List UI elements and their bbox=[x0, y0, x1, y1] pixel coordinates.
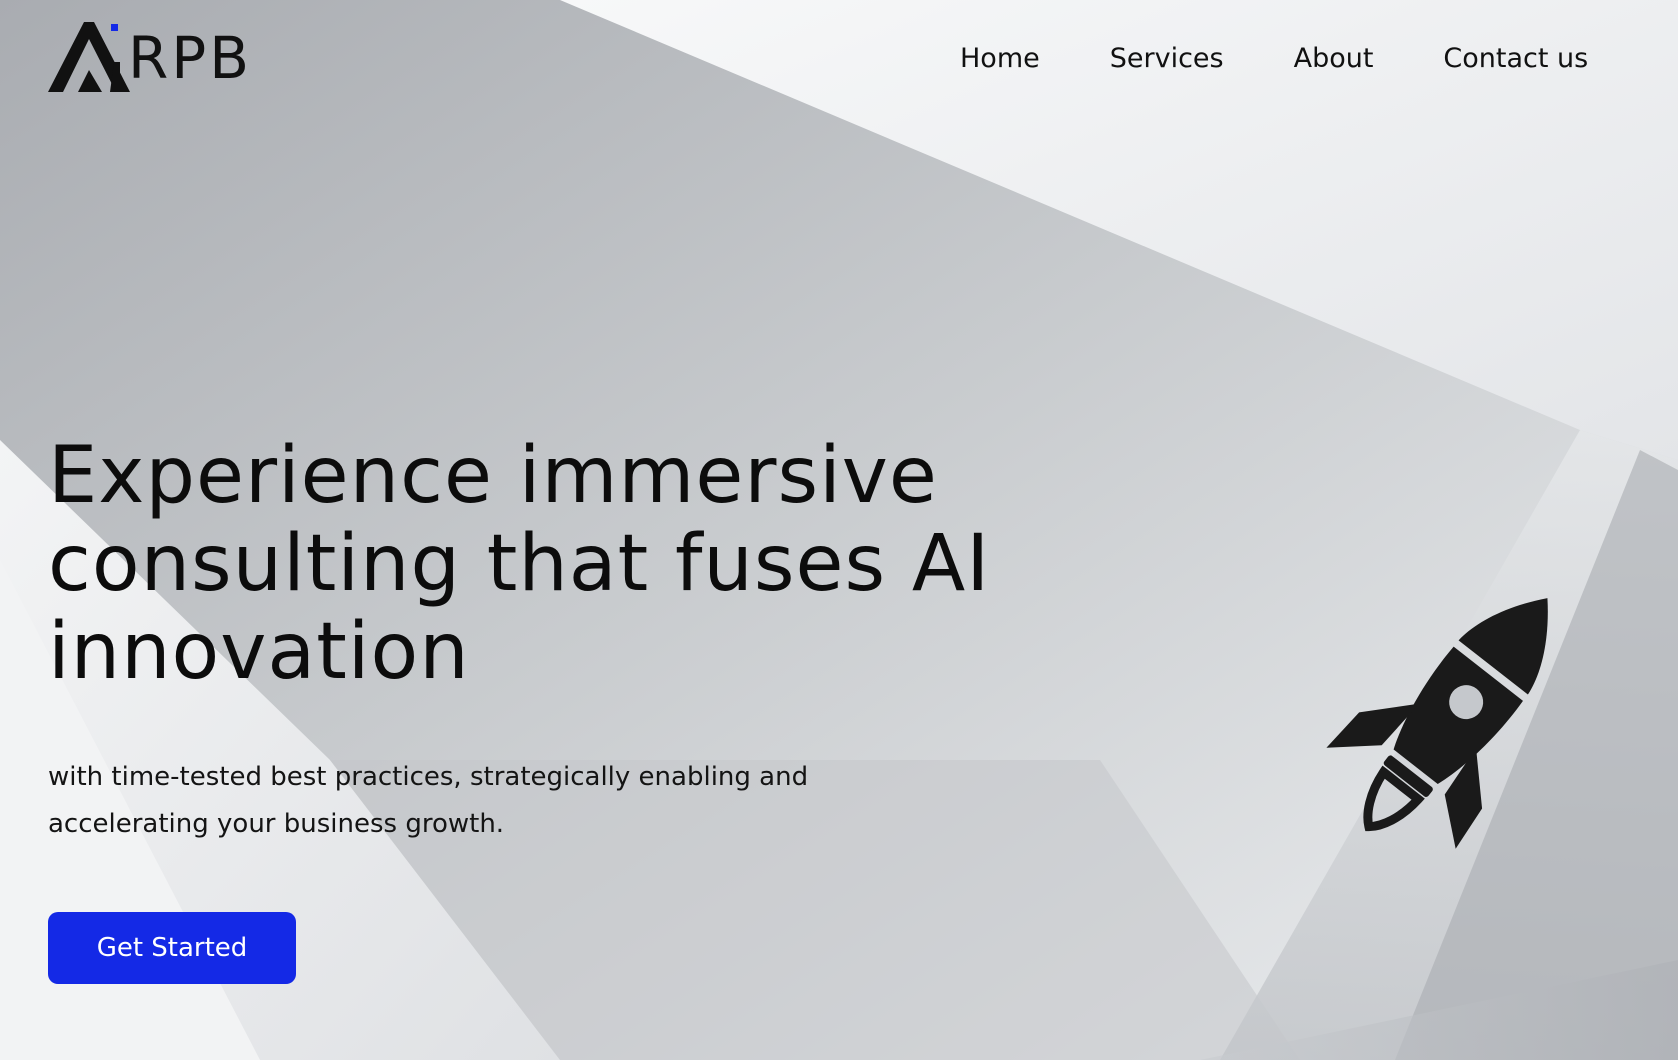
nav-services-link[interactable]: Services bbox=[1110, 43, 1224, 74]
rocket-icon bbox=[1326, 598, 1548, 849]
hero-section: Experience immersive consulting that fus… bbox=[48, 432, 1108, 984]
main-nav: Home Services About Contact us bbox=[960, 38, 1588, 78]
get-started-button[interactable]: Get Started bbox=[48, 912, 296, 984]
nav-about-link[interactable]: About bbox=[1294, 43, 1374, 74]
hero-title: Experience immersive consulting that fus… bbox=[48, 431, 991, 697]
logo-text: RPB bbox=[128, 24, 253, 92]
nav-contact-link[interactable]: Contact us bbox=[1443, 43, 1588, 74]
hero-subtitle: with time-tested best practices, strateg… bbox=[48, 762, 809, 839]
logo-link[interactable]: RPB bbox=[48, 22, 284, 98]
site-header: RPB Home Services About Contact us bbox=[0, 0, 1678, 130]
nav-home-link[interactable]: Home bbox=[960, 43, 1040, 74]
